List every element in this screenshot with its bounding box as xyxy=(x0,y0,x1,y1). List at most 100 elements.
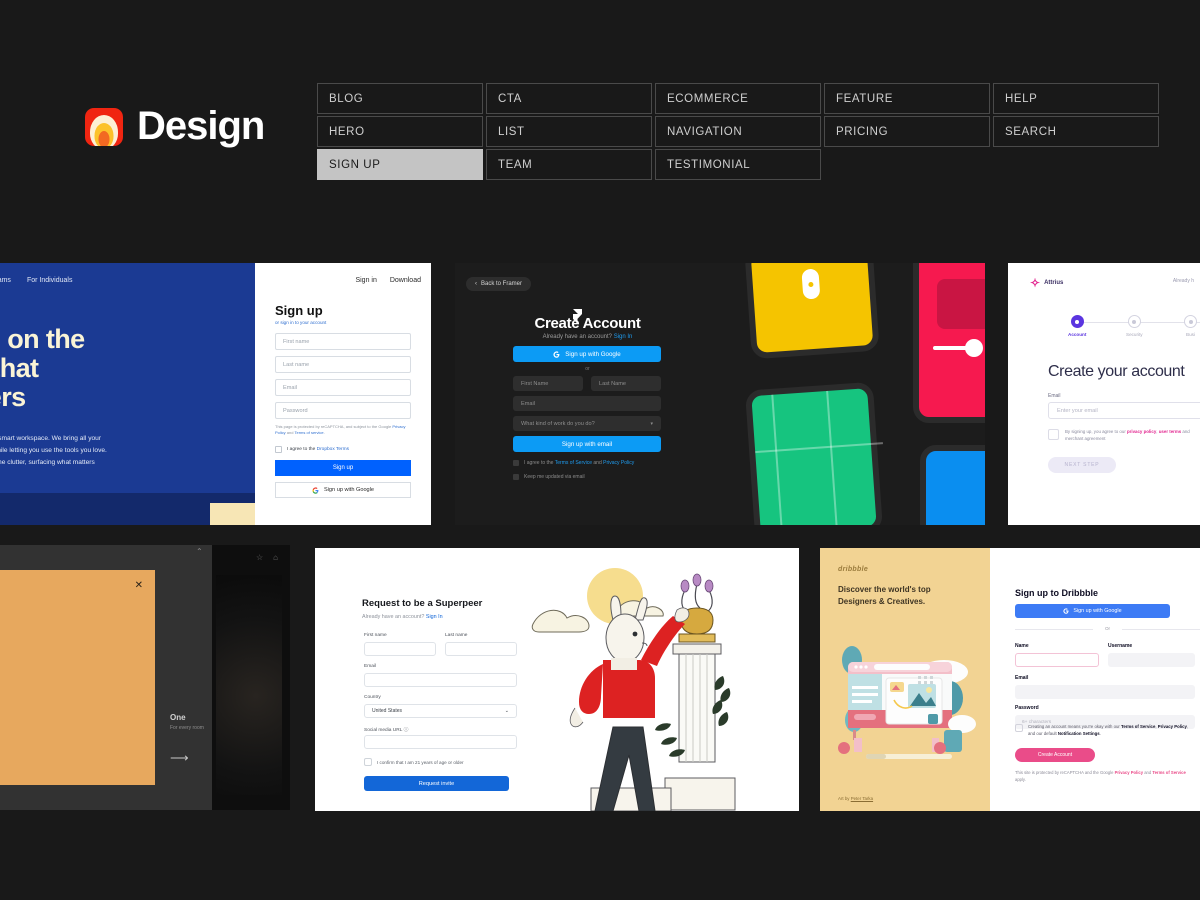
nav-item-search[interactable]: SEARCH xyxy=(993,116,1159,147)
attrius-agree-checkbox[interactable]: By signing up, you agree to our privacy … xyxy=(1048,429,1200,443)
dropbox-hero-panel: For Teams For Individuals us on the k th… xyxy=(0,263,255,525)
superpeer-subtitle: Already have an account? Sign In xyxy=(362,614,443,620)
nav-item-blog[interactable]: BLOG xyxy=(317,83,483,114)
art-card-green xyxy=(745,382,883,525)
dropbox-password-input[interactable]: Password xyxy=(275,402,411,419)
arrow-right-icon[interactable]: ⟶ xyxy=(170,750,189,766)
checkbox-icon xyxy=(364,758,372,766)
template-card-framer[interactable]: ‹ Back to Framer Create Account Already … xyxy=(455,263,985,525)
framer-work-select[interactable]: What kind of work do you do? ▾ xyxy=(513,416,661,431)
category-nav: BLOG CTA ECOMMERCE FEATURE HELP HERO LIS… xyxy=(317,83,1159,180)
template-card-sonos[interactable]: ⌃ ☆ ⌂ One For every room ⟶ ✕ onos? Your … xyxy=(0,545,290,810)
share-icon[interactable]: ⌂ xyxy=(273,553,278,562)
sonos-browser-icons: ☆ ⌂ xyxy=(256,553,278,562)
dribbble-logo: dribbble xyxy=(838,566,868,573)
nav-item-team[interactable]: TEAM xyxy=(486,149,652,180)
superpeer-country-value: United States xyxy=(372,708,402,714)
close-icon[interactable]: ✕ xyxy=(135,580,143,591)
chevron-up-icon: ⌃ xyxy=(196,547,203,556)
checkbox-icon xyxy=(513,474,519,480)
template-card-attrius[interactable]: ✧ Attrius Already h Account Security Bus… xyxy=(1008,263,1200,525)
superpeer-age-checkbox[interactable]: I confirm that I am 21 years of age or o… xyxy=(364,758,464,766)
framer-updates-label: Keep me updated via email xyxy=(524,474,585,480)
dropbox-form-title: Sign up xyxy=(275,303,323,318)
attrius-next-step-button[interactable]: NEXT STEP xyxy=(1048,457,1116,473)
framer-terms-checkbox[interactable]: I agree to the Terms of Service and Priv… xyxy=(513,460,634,466)
dropbox-signin-link[interactable]: Sign in xyxy=(355,277,376,284)
dropbox-signup-button[interactable]: Sign up xyxy=(275,460,411,476)
dribbble-username-label: Username xyxy=(1108,643,1132,649)
checkbox-icon xyxy=(275,446,282,453)
dropbox-terms-checkbox[interactable]: I agree to the Dropbox Terms xyxy=(275,446,349,453)
brand-logo[interactable]: Design xyxy=(85,104,264,149)
nav-item-cta[interactable]: CTA xyxy=(486,83,652,114)
framer-title: Create Account xyxy=(455,315,720,332)
template-gallery: For Teams For Individuals us on the k th… xyxy=(0,245,1200,900)
sonos-product-photo xyxy=(216,575,282,795)
framer-updates-checkbox[interactable]: Keep me updated via email xyxy=(513,474,585,480)
dribbble-create-account-button[interactable]: Create Account xyxy=(1015,748,1095,762)
attrius-stepper: Account Security Busi xyxy=(1068,315,1200,347)
dropbox-download-link[interactable]: Download xyxy=(390,277,421,284)
page-root: Design BLOG CTA ECOMMERCE FEATURE HELP H… xyxy=(0,0,1200,900)
nav-item-pricing[interactable]: PRICING xyxy=(824,116,990,147)
nav-item-testimonial[interactable]: TESTIMONIAL xyxy=(655,149,821,180)
attrius-already-link[interactable]: Already h xyxy=(1173,278,1194,284)
nav-spacer-1 xyxy=(824,149,990,180)
superpeer-last-name-label: Last name xyxy=(445,633,467,638)
framer-first-name-input[interactable]: First Name xyxy=(513,376,583,391)
framer-back-label: Back to Framer xyxy=(481,281,522,287)
superpeer-age-label: I confirm that I am 21 years of age or o… xyxy=(377,760,464,765)
attrius-step-business[interactable]: Busi xyxy=(1184,315,1197,337)
superpeer-first-name-input[interactable] xyxy=(364,642,436,656)
template-card-dropbox[interactable]: For Teams For Individuals us on the k th… xyxy=(0,263,431,525)
attrius-step-account[interactable]: Account xyxy=(1068,315,1086,337)
dribbble-name-input[interactable] xyxy=(1015,653,1099,667)
superpeer-country-label: Country xyxy=(364,695,381,700)
dropbox-nav-individuals[interactable]: For Individuals xyxy=(27,277,73,284)
nav-item-help[interactable]: HELP xyxy=(993,83,1159,114)
dropbox-email-input[interactable]: Email xyxy=(275,379,411,396)
superpeer-request-invite-button[interactable]: Request invite xyxy=(364,776,509,791)
dropbox-google-signup-button[interactable]: Sign up with Google xyxy=(275,482,411,498)
dropbox-form-panel: Sign in Download Sign up or sign in to y… xyxy=(255,263,431,525)
nav-item-ecommerce[interactable]: ECOMMERCE xyxy=(655,83,821,114)
brand-name: Design xyxy=(137,104,264,149)
superpeer-heading: Request to be a Superpeer xyxy=(362,598,482,609)
framer-email-input[interactable]: Email xyxy=(513,396,661,411)
dribbble-username-input[interactable] xyxy=(1108,653,1195,667)
dropbox-first-name-input[interactable]: First name xyxy=(275,333,411,350)
dropbox-signin-alt-link[interactable]: or sign in to your account xyxy=(275,320,326,325)
google-icon xyxy=(553,351,560,358)
attrius-email-input[interactable]: Enter your email xyxy=(1048,402,1200,419)
template-card-dribbble[interactable]: dribbble Discover the world's top Design… xyxy=(820,548,1200,811)
sonos-promo-title: One xyxy=(170,713,186,722)
dribbble-terms-checkbox[interactable]: Creating an account means you're okay wi… xyxy=(1015,724,1195,737)
dribbble-email-label: Email xyxy=(1015,675,1028,681)
star-icon[interactable]: ☆ xyxy=(256,553,263,562)
dribbble-email-input[interactable] xyxy=(1015,685,1195,699)
dropbox-hero-accent xyxy=(210,503,258,525)
template-card-superpeer[interactable]: Request to be a Superpeer Already have a… xyxy=(315,548,799,811)
framer-back-button[interactable]: ‹ Back to Framer xyxy=(466,277,531,291)
art-card-blue xyxy=(920,445,985,525)
dribbble-google-signup-button[interactable]: Sign up with Google xyxy=(1015,604,1170,618)
step-label: Account xyxy=(1068,332,1086,337)
dropbox-last-name-input[interactable]: Last name xyxy=(275,356,411,373)
attrius-brand-name: Attrius xyxy=(1044,280,1063,286)
dropbox-nav-teams[interactable]: For Teams xyxy=(0,277,11,284)
nav-item-sign-up[interactable]: SIGN UP xyxy=(317,149,483,180)
nav-item-navigation[interactable]: NAVIGATION xyxy=(655,116,821,147)
dropbox-legal-text: This page is protected by reCAPTCHA, and… xyxy=(275,424,411,437)
dropbox-hero-body: rld's first smart workspace. We bring al… xyxy=(0,433,182,470)
framer-email-signup-button[interactable]: Sign up with email xyxy=(513,436,661,452)
nav-item-hero[interactable]: HERO xyxy=(317,116,483,147)
dribbble-google-label: Sign up with Google xyxy=(1073,608,1121,614)
nav-item-list[interactable]: LIST xyxy=(486,116,652,147)
attrius-step-security[interactable]: Security xyxy=(1126,315,1143,337)
sonos-newsletter-modal: ✕ onos? Your home. ing and ns No thanks … xyxy=(0,570,155,785)
dribbble-fine-print: This site is protected by reCAPTCHA and … xyxy=(1015,770,1195,783)
nav-item-feature[interactable]: FEATURE xyxy=(824,83,990,114)
framer-google-signup-button[interactable]: Sign up with Google xyxy=(513,346,661,362)
framer-last-name-input[interactable]: Last Name xyxy=(591,376,661,391)
